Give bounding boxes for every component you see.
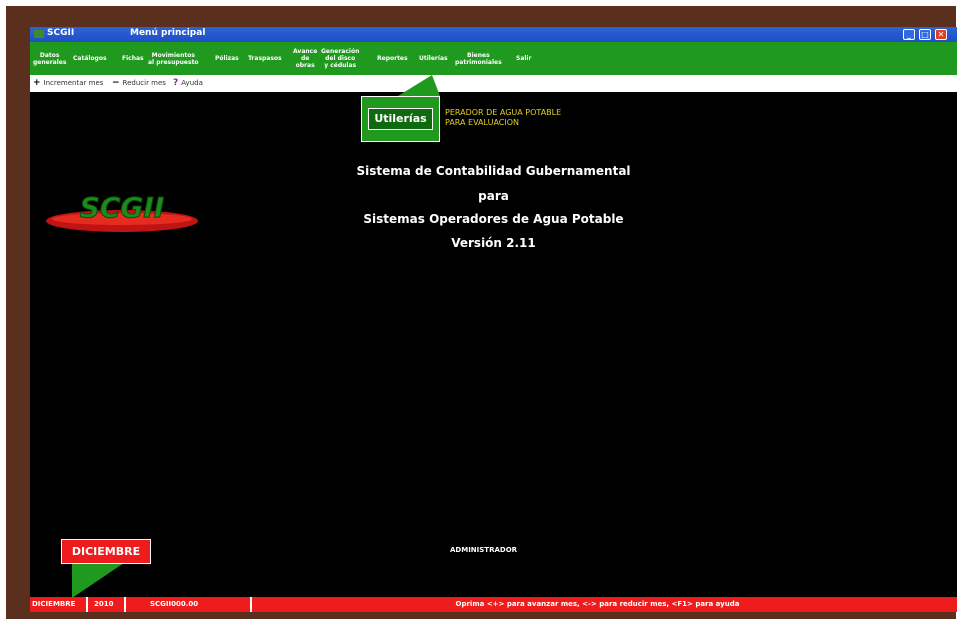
menu-movimientos[interactable]: Movimientos al presupuesto: [148, 42, 199, 75]
menu-reportes[interactable]: Reportes: [377, 42, 408, 75]
help-label: Ayuda: [181, 79, 203, 87]
menu-fichas[interactable]: Fichas: [122, 42, 144, 75]
reduce-month-label: Reducir mes: [122, 79, 166, 87]
current-user: ADMINISTRADOR: [450, 546, 518, 554]
menu-datos-generales[interactable]: Datos generales: [33, 42, 66, 75]
menu-catalogos[interactable]: Catálogos: [73, 42, 107, 75]
title-bar: SCGII Menú principal _ □ ✕: [30, 27, 957, 42]
scgii-logo: SCGII: [46, 191, 198, 232]
status-hint: Oprima <+> para avanzar mes, <-> para re…: [455, 600, 740, 608]
menu-salir[interactable]: Salir: [516, 42, 531, 75]
app-name: SCGII: [47, 28, 75, 38]
plus-icon: +: [33, 78, 41, 88]
menu-bienes-patrimoniales[interactable]: Bienes patrimoniales: [455, 42, 502, 75]
toolbar: + Incrementar mes − Reducir mes ? Ayuda: [30, 75, 957, 92]
utilerias-callout-label: Utilerías: [368, 108, 433, 130]
close-button[interactable]: ✕: [935, 29, 947, 40]
organization-name: PERADOR DE AGUA POTABLE: [445, 108, 562, 117]
increment-month-label: Incrementar mes: [43, 79, 104, 87]
minus-icon: −: [112, 78, 120, 88]
system-name: Sistema de Contabilidad Gubernamental: [356, 164, 631, 178]
reduce-month-button[interactable]: − Reducir mes: [112, 78, 166, 88]
system-name-para: para: [478, 189, 509, 203]
menu-polizas[interactable]: Pólizas: [215, 42, 239, 75]
maximize-button[interactable]: □: [919, 29, 931, 40]
evaluation-note: PARA EVALUACION: [445, 118, 519, 127]
menu-utilerias[interactable]: Utilerías: [419, 42, 448, 75]
status-module: SCGII000.00: [126, 597, 252, 612]
minimize-button[interactable]: _: [903, 29, 915, 40]
increment-month-button[interactable]: + Incrementar mes: [33, 78, 103, 88]
status-month: DICIEMBRE: [30, 597, 88, 612]
menu-avance-obras[interactable]: Avance de obras: [293, 42, 317, 75]
diciembre-callout: DICIEMBRE: [61, 539, 151, 564]
help-button[interactable]: ? Ayuda: [173, 78, 203, 88]
help-icon: ?: [173, 78, 179, 88]
system-target: Sistemas Operadores de Agua Potable: [363, 212, 624, 226]
app-window: SCGII Menú principal _ □ ✕ Datos general…: [30, 27, 957, 612]
status-year: 2010: [88, 597, 126, 612]
utilerias-callout: Utilerías: [361, 96, 440, 142]
window-title: Menú principal: [130, 28, 206, 38]
main-menu: Datos generales Catálogos Fichas Movimie…: [30, 42, 957, 75]
version-label: Versión 2.11: [451, 236, 536, 250]
menu-traspasos[interactable]: Traspasos: [248, 42, 282, 75]
menu-generacion-disco[interactable]: Generación del disco y cédulas: [321, 42, 359, 75]
app-icon: [34, 30, 44, 38]
status-bar: DICIEMBRE 2010 SCGII000.00 Oprima <+> pa…: [30, 597, 957, 612]
